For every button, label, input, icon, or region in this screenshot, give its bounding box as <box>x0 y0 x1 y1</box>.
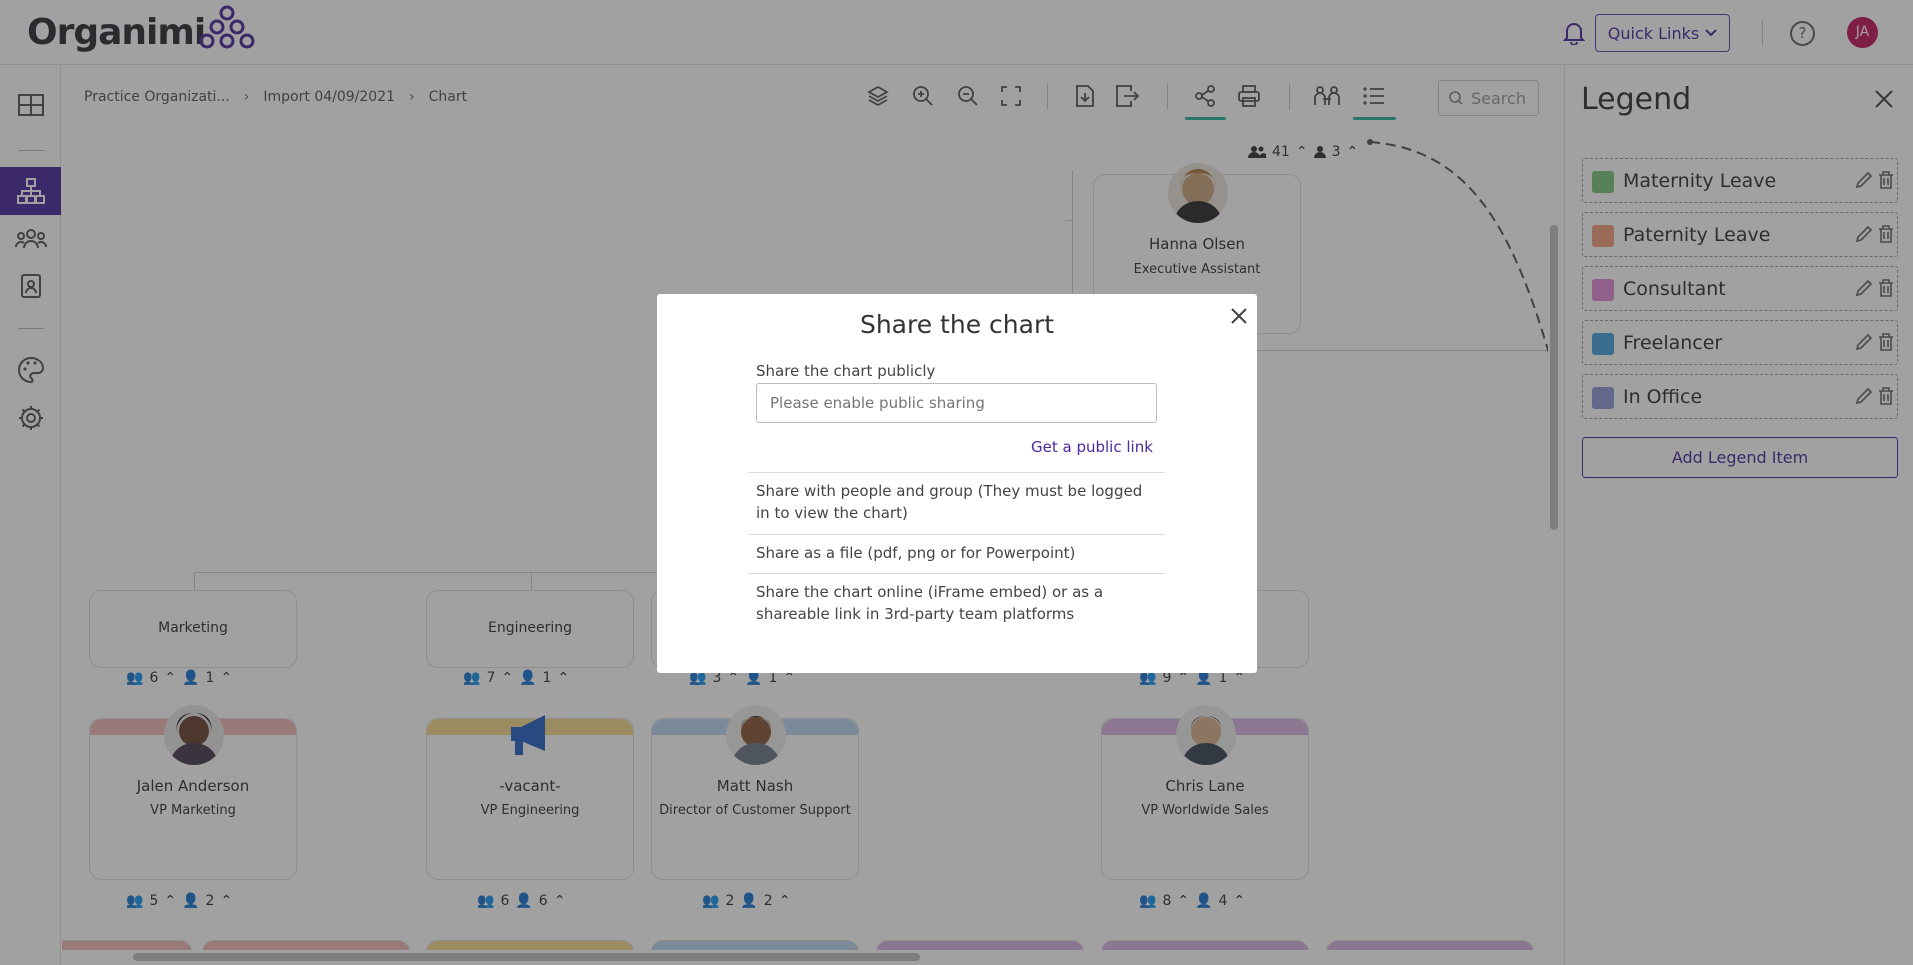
get-public-link-button[interactable]: Get a public link <box>1031 438 1153 456</box>
dialog-title: Share the chart <box>859 310 1055 339</box>
share-as-file-option[interactable]: Share as a file (pdf, png or for Powerpo… <box>748 534 1165 571</box>
share-online-option[interactable]: Share the chart online (iFrame embed) or… <box>748 573 1165 632</box>
close-icon[interactable] <box>1227 304 1251 328</box>
share-chart-dialog: Share the chart Share the chart publicly… <box>657 294 1257 673</box>
share-with-people-option[interactable]: Share with people and group (They must b… <box>748 472 1165 531</box>
public-link-field[interactable] <box>756 383 1157 423</box>
public-share-label: Share the chart publicly <box>756 362 936 380</box>
